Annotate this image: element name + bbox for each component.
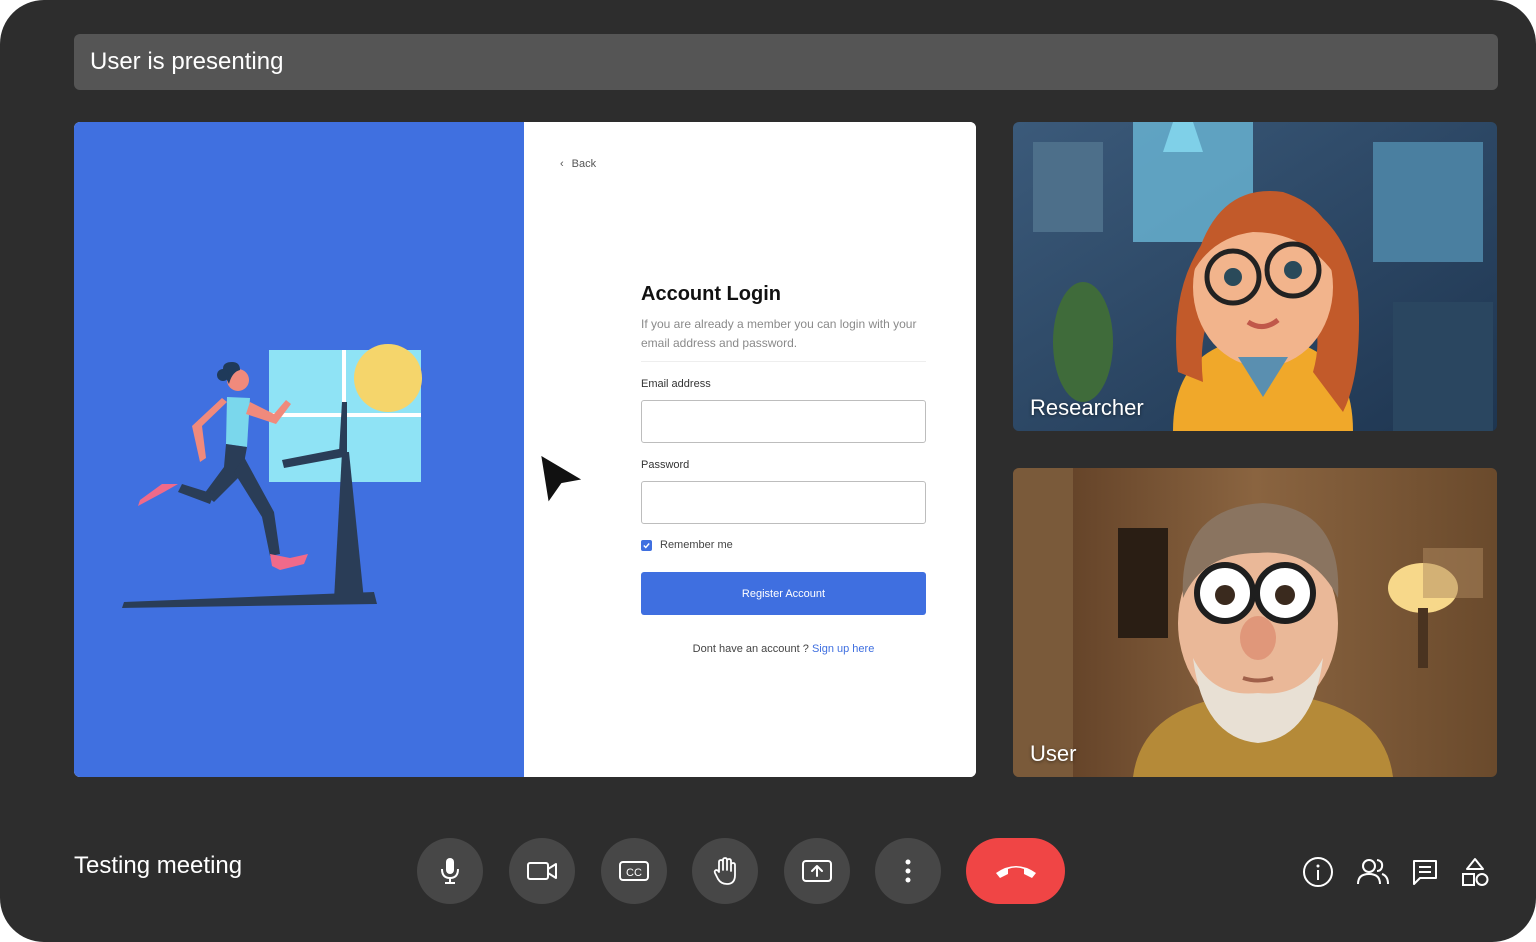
present-screen-icon [802, 860, 832, 882]
people-button[interactable] [1355, 854, 1391, 890]
password-field[interactable] [641, 481, 926, 524]
remember-me: Remember me [641, 539, 733, 551]
microphone-icon [441, 858, 459, 884]
chat-button[interactable] [1407, 854, 1443, 890]
meeting-title: Testing meeting [74, 852, 243, 879]
back-label: Back [571, 158, 597, 170]
signup-link[interactable]: Sign up here [812, 643, 874, 655]
password-label: Password [641, 459, 690, 471]
participant-tile-user[interactable]: User [1013, 468, 1497, 777]
end-call-button[interactable] [966, 838, 1065, 904]
user-video-feed [1013, 468, 1497, 777]
email-label: Email address [641, 378, 711, 390]
chevron-left-icon: ‹ [560, 158, 564, 170]
chat-icon [1413, 860, 1437, 885]
microphone-button[interactable] [417, 838, 483, 904]
divider [641, 361, 926, 362]
people-icon [1357, 859, 1389, 885]
register-account-button[interactable]: Register Account [641, 572, 926, 615]
raise-hand-button[interactable] [692, 838, 758, 904]
presenting-text: User is presenting [90, 48, 284, 75]
captions-button[interactable]: CC [601, 838, 667, 904]
mouse-pointer-icon [539, 453, 585, 505]
more-options-button[interactable] [875, 838, 941, 904]
info-button[interactable] [1300, 854, 1336, 890]
check-icon [643, 542, 650, 549]
present-screen-button[interactable] [784, 838, 850, 904]
email-field[interactable] [641, 400, 926, 443]
svg-text:CC: CC [626, 867, 642, 879]
captions-icon: CC [619, 861, 649, 881]
signup-prompt: Dont have an account ? [692, 643, 809, 655]
remember-checkbox[interactable] [641, 539, 652, 551]
more-options-icon [905, 859, 911, 883]
participant-name: Researcher [1030, 395, 1144, 420]
participant-name: User [1030, 741, 1077, 766]
login-description: If you are already a member you can logi… [641, 317, 917, 350]
treadmill-runner-illustration [122, 344, 422, 608]
login-panel: ‹ Back Account Login If you are already a… [524, 122, 976, 777]
back-link[interactable]: ‹ Back [560, 158, 596, 170]
camera-icon [527, 862, 557, 880]
activities-icon [1462, 858, 1489, 886]
camera-button[interactable] [509, 838, 575, 904]
end-call-icon [995, 866, 1036, 878]
activities-button[interactable] [1457, 854, 1493, 890]
meeting-window: User is presenting ‹ Back Account Login … [0, 0, 1536, 942]
signup-line: Dont have an account ? Sign up here [641, 643, 926, 655]
shared-screen: ‹ Back Account Login If you are already a… [74, 122, 976, 777]
remember-label: Remember me [660, 539, 733, 551]
researcher-video-feed [1013, 122, 1497, 431]
info-icon [1303, 857, 1333, 887]
illustration-panel [74, 122, 524, 777]
participant-tile-researcher[interactable]: Researcher [1013, 122, 1497, 431]
presenting-banner: User is presenting [74, 34, 1498, 90]
raise-hand-icon [713, 857, 736, 885]
login-title: Account Login [641, 283, 781, 305]
